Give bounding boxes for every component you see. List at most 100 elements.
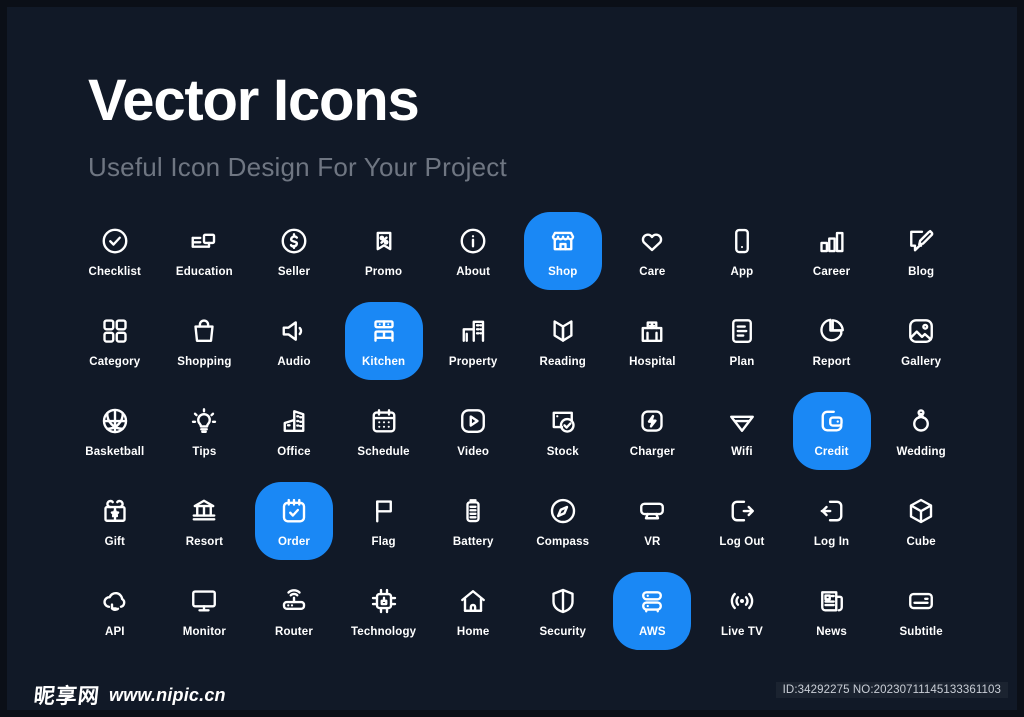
vr-monitor-icon (636, 495, 668, 527)
icon-label: Category (89, 356, 141, 368)
icon-tile-tips[interactable]: Tips (160, 392, 250, 482)
gift-box-icon (99, 495, 131, 527)
icon-tile-battery[interactable]: Battery (428, 482, 518, 572)
icon-tile-checklist[interactable]: Checklist (70, 212, 160, 302)
icon-label: AWS (639, 626, 666, 638)
icon-tile-care[interactable]: Care (608, 212, 698, 302)
icon-label: Checklist (88, 266, 142, 278)
icon-label: Stock (546, 446, 579, 458)
icon-tile-flag[interactable]: Flag (339, 482, 429, 572)
icon-tile-gallery[interactable]: Gallery (876, 302, 966, 392)
icon-tile-promo[interactable]: Promo (339, 212, 429, 302)
icon-label: Seller (277, 266, 311, 278)
icon-tile-stock[interactable]: Stock (518, 392, 608, 482)
icon-tile-kitchen[interactable]: Kitchen (339, 302, 429, 392)
icon-label: News (816, 626, 847, 638)
icon-tile-app[interactable]: App (697, 212, 787, 302)
icon-label: Office (277, 446, 311, 458)
icon-label: Education (175, 266, 233, 278)
icon-tile-schedule[interactable]: Schedule (339, 392, 429, 482)
home-icon (457, 585, 489, 617)
broadcast-icon (726, 585, 758, 617)
icon-tile-video[interactable]: Video (428, 392, 518, 482)
icon-tile-api[interactable]: API (70, 572, 160, 662)
server-stack-icon (636, 585, 668, 617)
open-book-icon (547, 315, 579, 347)
icon-label: Audio (277, 356, 311, 368)
icon-tile-security[interactable]: Security (518, 572, 608, 662)
icon-tile-shop[interactable]: Shop (518, 212, 608, 302)
document-lines-icon (726, 315, 758, 347)
ring-icon (905, 405, 937, 437)
icon-label: Plan (729, 356, 755, 368)
icon-tile-wedding[interactable]: Wedding (876, 392, 966, 482)
icon-tile-aws[interactable]: AWS (608, 572, 698, 662)
icon-tile-resort[interactable]: Resort (160, 482, 250, 572)
icon-tile-seller[interactable]: Seller (249, 212, 339, 302)
icon-label: Reading (539, 356, 586, 368)
icon-tile-basketball[interactable]: Basketball (70, 392, 160, 482)
icon-tile-log-out[interactable]: Log Out (697, 482, 787, 572)
icon-tile-technology[interactable]: Technology (339, 572, 429, 662)
pie-chart-icon (816, 315, 848, 347)
icon-tile-home[interactable]: Home (428, 572, 518, 662)
heart-icon (636, 225, 668, 257)
page-subtitle: Useful Icon Design For Your Project (88, 152, 507, 182)
hospital-icon (636, 315, 668, 347)
icon-label: Hospital (629, 356, 676, 368)
icon-tile-monitor[interactable]: Monitor (160, 572, 250, 662)
icon-tile-credit[interactable]: Credit (787, 392, 877, 482)
icon-tile-plan[interactable]: Plan (697, 302, 787, 392)
icon-label: Gift (104, 536, 125, 548)
icon-label: Gallery (901, 356, 942, 368)
chip-icon (368, 585, 400, 617)
icon-tile-vr[interactable]: VR (608, 482, 698, 572)
icon-tile-live-tv[interactable]: Live TV (697, 572, 787, 662)
icon-label: Monitor (182, 626, 226, 638)
icon-label: API (104, 626, 125, 638)
subtitle-box-icon (905, 585, 937, 617)
shield-icon (547, 585, 579, 617)
icon-label: VR (644, 536, 661, 548)
icon-label: Care (639, 266, 666, 278)
icon-tile-education[interactable]: Education (160, 212, 250, 302)
icon-tile-order[interactable]: Order (249, 482, 339, 572)
icon-tile-audio[interactable]: Audio (249, 302, 339, 392)
icon-tile-compass[interactable]: Compass (518, 482, 608, 572)
icon-label: Career (812, 266, 851, 278)
icon-tile-log-in[interactable]: Log In (787, 482, 877, 572)
icon-tile-reading[interactable]: Reading (518, 302, 608, 392)
office-building-icon (278, 405, 310, 437)
icon-tile-report[interactable]: Report (787, 302, 877, 392)
calendar-dots-icon (368, 405, 400, 437)
check-circle-icon (99, 225, 131, 257)
icon-tile-router[interactable]: Router (249, 572, 339, 662)
icon-tile-news[interactable]: News (787, 572, 877, 662)
icon-label: Charger (629, 446, 675, 458)
icon-tile-property[interactable]: Property (428, 302, 518, 392)
flag-icon (368, 495, 400, 527)
icon-label: Video (457, 446, 490, 458)
icon-tile-career[interactable]: Career (787, 212, 877, 302)
icon-tile-hospital[interactable]: Hospital (608, 302, 698, 392)
icon-tile-cube[interactable]: Cube (876, 482, 966, 572)
icon-tile-blog[interactable]: Blog (876, 212, 966, 302)
icon-tile-gift[interactable]: Gift (70, 482, 160, 572)
icon-tile-about[interactable]: About (428, 212, 518, 302)
speaker-icon (278, 315, 310, 347)
brand: 昵享网 www.nipic.cn (33, 680, 226, 710)
bar-chart-icon (816, 225, 848, 257)
icon-tile-shopping[interactable]: Shopping (160, 302, 250, 392)
grid-squares-icon (99, 315, 131, 347)
icon-label: Router (275, 626, 313, 638)
icon-tile-category[interactable]: Category (70, 302, 160, 392)
lightbulb-icon (188, 405, 220, 437)
icon-tile-wifi[interactable]: Wifi (697, 392, 787, 482)
icon-label: Tips (192, 446, 217, 458)
icon-label: Live TV (720, 626, 763, 638)
icon-label: About (456, 266, 491, 278)
icon-tile-subtitle[interactable]: Subtitle (876, 572, 966, 662)
page-header: Vector Icons Useful Icon Design For Your… (88, 72, 507, 183)
icon-tile-charger[interactable]: Charger (608, 392, 698, 482)
icon-tile-office[interactable]: Office (249, 392, 339, 482)
